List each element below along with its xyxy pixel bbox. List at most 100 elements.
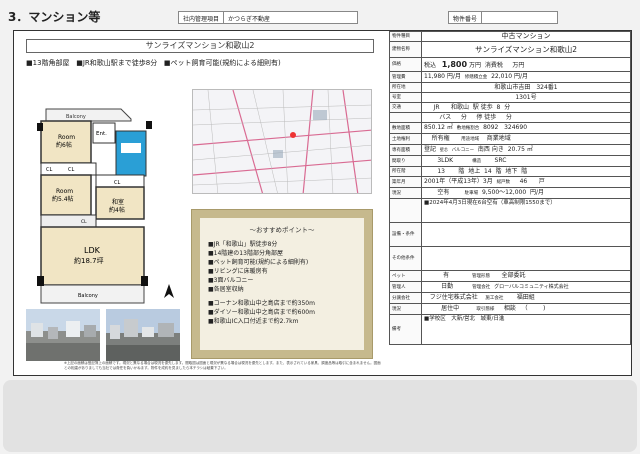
zoning-value: 商業地域 (486, 135, 511, 142)
number-value (482, 12, 542, 23)
builder-label: 施工会社 (485, 296, 504, 301)
building-name: サンライズマンション和歌山2 (421, 41, 631, 58)
built-date: 2001年（平成13年）3月 総戸数 46 戸 (421, 176, 631, 188)
fp-cl-2: CL (68, 167, 74, 173)
tax-unit: 万円 (512, 61, 525, 69)
tax-label: 消費税 (484, 61, 503, 69)
address: 和歌山市吉田 324番1 (421, 82, 631, 93)
land-area-unit: ㎡ (446, 124, 453, 131)
structure-label: 構造 (472, 159, 482, 164)
floor-value: 13 (437, 168, 445, 175)
bottom-panel (3, 380, 637, 452)
floor-plan: Balcony Room 約6帖 Ent. CL CL Room 約5.4帖 C… (36, 101, 166, 316)
parking-fee-unit: 円/月 (529, 189, 544, 196)
feature-line: ■13階角部屋 ■JR和歌山駅まで徒歩8分 ■ペット飼育可能(規約による細則有) (26, 58, 376, 68)
deal-type-value: 相談 (503, 305, 516, 312)
fp-room1-size: 約6帖 (56, 141, 72, 149)
bus-label: バス (439, 114, 452, 121)
row-label: 現況 (389, 187, 422, 199)
disclaimer-notes: ※上記の面積は登記簿上の面積です。現況と異なる場合は現況を優先します。間取図は図… (64, 361, 381, 370)
fp-cl-4: CL (81, 219, 87, 225)
layout-structure: 3LDK 構造 SRC (421, 155, 631, 167)
row-label: 価格 (389, 57, 422, 72)
row-label: 建物名称 (389, 41, 422, 58)
recommend-item: ■リビングに床暖房有 (208, 268, 268, 275)
recommend-item: ■3面バルコニー (208, 277, 254, 284)
fp-washitsu-size: 約4帖 (109, 206, 125, 214)
balcony-area: 20.75 (507, 146, 525, 153)
manager: 日勤 管理会社 グローバルコミュニティ株式会社 (421, 281, 631, 293)
price-unit: 万円 (468, 61, 481, 69)
transit-bus: バス 分 停 徒歩 分 (421, 112, 631, 123)
feature-item: ■13階角部屋 (26, 59, 70, 67)
land-area-value: 850.12 (424, 124, 445, 131)
nearby-item: ■コーナン和歌山中之島店まで約350m (208, 300, 315, 307)
nearby-item: ■和歌山IC入口付近まで約2.7km (208, 318, 299, 325)
fp-entrance: Ent. (96, 131, 107, 137)
total-units-value: 46 (519, 178, 528, 185)
structure-value: SRC (494, 157, 507, 164)
row-label: 間取り (389, 155, 422, 167)
flyer-sheet: サンライズマンション和歌山2 ■13階角部屋 ■JR和歌山駅まで徒歩8分 ■ペッ… (13, 30, 632, 376)
area-wall-label: 壁芯 (439, 147, 448, 152)
price-cell: 税込 1,800 万円 消費税 万円 (421, 57, 631, 72)
row-label: 備考 (389, 314, 422, 345)
manager-value: 日勤 (441, 283, 454, 290)
city-photo-1 (26, 309, 100, 361)
location-map (192, 89, 372, 194)
walk-unit: 分 (504, 104, 511, 111)
parking-status: 空有 (437, 189, 450, 196)
land-share-num: 8092 (483, 124, 499, 131)
fp-balcony-bottom: Balcony (78, 293, 98, 299)
section-title: 3．マンション等 (8, 10, 101, 24)
left-panel: サンライズマンション和歌山2 ■13階角部屋 ■JR和歌山駅まで徒歩8分 ■ペッ… (14, 31, 386, 375)
walk-min: 8 (496, 104, 501, 111)
row-label: 管理人 (389, 281, 422, 293)
below-ground-label: 地下 (505, 168, 518, 175)
remarks: ■学校区 大新/営北 城東/日進 (421, 314, 631, 345)
land-area: 850.12 ㎡ 敷地権割合 8092 324690 (421, 122, 631, 134)
walk-label: 駅 徒歩 (472, 104, 493, 111)
repair-fund: 22,010 (491, 73, 513, 80)
deal-paren-open: （ (521, 305, 528, 312)
pet-mgmt: 有 管理形態 全部委託 (421, 270, 631, 282)
city-photo-2 (106, 309, 180, 361)
recommend-item: ■ペット飼育可能(規約による細則有) (208, 259, 309, 266)
land-share-label: 敷地権割合 (456, 126, 480, 131)
fp-cl-3: CL (114, 180, 120, 186)
fp-room2-size: 約5.4帖 (52, 195, 74, 203)
mgmt-fee: 11,980 (424, 73, 445, 80)
occupancy-value: 居住中 (441, 305, 460, 312)
above-ground-value: 14 (484, 168, 492, 175)
row-label: 交通 (389, 102, 422, 113)
orientation-label: 向き (491, 146, 504, 153)
row-label: 設備・条件 (389, 222, 422, 247)
bus-min-unit: 分 (460, 114, 467, 121)
spec-table: 物件種目 中古マンション 建物名称 サンライズマンション和歌山2 価格 税込 1,8… (389, 31, 631, 345)
built-date-value: 2001年（平成13年）3月 (424, 178, 493, 185)
mgmt-company-value: グローバルコミュニティ株式会社 (494, 284, 569, 290)
spec-table-panel: 物件種目 中古マンション 建物名称 サンライズマンション和歌山2 価格 税込 1,8… (389, 31, 631, 375)
deal-type-label: 取引態様 (476, 307, 495, 312)
price-value: 1,800 (441, 59, 468, 69)
line-name: JR (433, 104, 440, 111)
fp-washitsu-label: 和室 (112, 198, 124, 206)
floor-unit: 階 (458, 168, 465, 175)
total-units-unit: 戸 (538, 178, 545, 185)
price-tax-label: 税込 (424, 61, 437, 69)
orientation: 南西 (477, 146, 490, 153)
recommend-item: ■各居室収納 (208, 286, 244, 293)
parking: 空有 駐車場 9,500～12,000 円/月 (421, 187, 631, 199)
land-share-den: 324690 (504, 124, 528, 131)
header-company-box: 社内管理項目 かつらぎ不動産 (178, 11, 358, 24)
fp-cl-1: CL (46, 167, 52, 173)
type-value: 中古マンション (421, 31, 631, 42)
below-ground-unit: 階 (521, 168, 528, 175)
header-number-box: 物件番号 (448, 11, 558, 24)
parking-fee: 9,500～12,000 (481, 189, 527, 196)
row-label: 号室 (389, 92, 422, 103)
zoning-label: 用途地域 (461, 137, 480, 142)
compass-icon (164, 284, 174, 298)
transit-train: JR 和歌山 駅 徒歩 8 分 (421, 102, 631, 113)
deal-paren-close: ) (542, 305, 546, 312)
